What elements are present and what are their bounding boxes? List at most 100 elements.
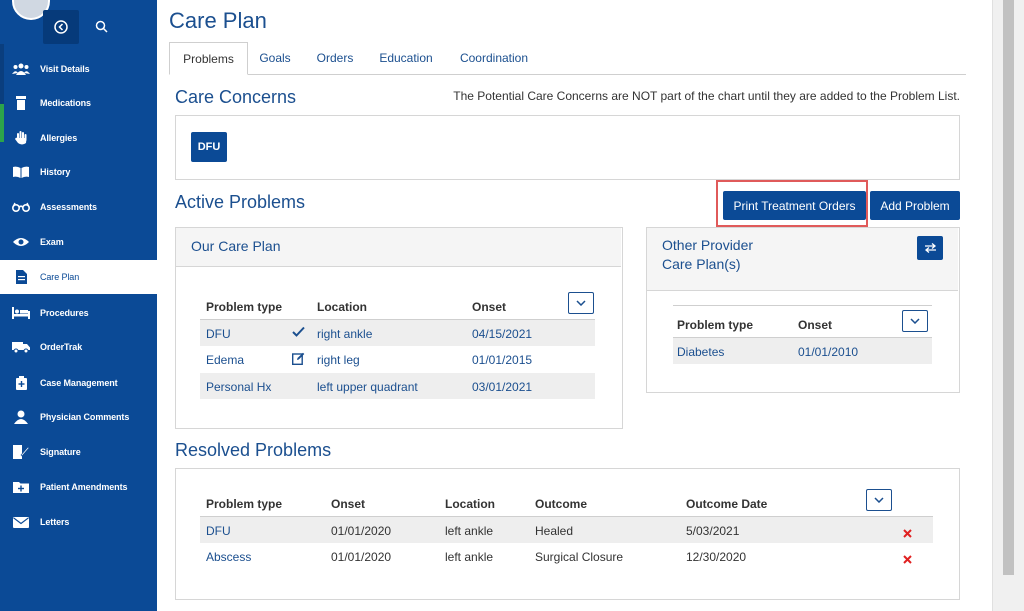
location-cell: right ankle [317,327,373,341]
page-title: Care Plan [169,8,267,33]
problem-link[interactable]: Personal Hx [206,380,271,394]
care-concerns-title: Care Concerns [175,87,297,107]
sidebar-item-history[interactable]: History [0,155,157,189]
column-header: Problem type [206,300,283,314]
problem-link[interactable]: DFU [206,327,231,341]
outcome-date-cell: 12/30/2020 [686,550,747,564]
sidebar-item-medications[interactable]: Medications [0,86,157,120]
sidebar-item-label: History [40,167,71,177]
sidebar-item-care-plan[interactable]: Care Plan [0,260,157,294]
column-header: Outcome [535,497,588,511]
sidebar-item-physician-comments[interactable]: Physician Comments [0,400,157,434]
book-icon [11,166,31,178]
sidebar-item-label: Signature [40,447,81,457]
onset-cell: 01/01/2020 [331,524,392,538]
sidebar-item-label: Care Plan [40,272,80,282]
columns-dropdown-button[interactable] [568,292,594,314]
document-icon [11,270,31,284]
care-concerns-box [175,115,960,180]
folder-plus-icon [11,481,31,493]
sidebar-item-letters[interactable]: Letters [0,505,157,539]
sidebar-search-button[interactable] [90,14,112,38]
sidebar-item-ordertrak[interactable]: OrderTrak [0,330,157,364]
tab-goals[interactable]: Goals [249,42,301,74]
signature-icon [11,445,31,459]
collapse-sidebar-button[interactable] [43,10,79,44]
active-problems-title: Active Problems [175,192,306,212]
sidebar-item-label: Exam [40,237,64,247]
problem-link[interactable]: Abscess [206,550,251,564]
table-row[interactable]: Edema right leg 01/01/2015 [200,346,595,372]
back-arrow-icon [54,20,68,34]
sidebar-item-label: Visit Details [40,64,90,74]
other-provider-title-line2: Care Plan(s) [662,256,741,272]
sidebar-item-label: OrderTrak [40,342,83,352]
problem-link[interactable]: DFU [206,524,231,538]
swap-icon [924,243,936,253]
left-accent [0,104,4,142]
chevron-down-icon [576,300,586,306]
chevron-down-icon [910,318,920,324]
glasses-icon [11,202,31,212]
resolved-problems-title: Resolved Problems [175,440,332,460]
sidebar-item-procedures[interactable]: Procedures [0,296,157,330]
sidebar-item-case-management[interactable]: Case Management [0,366,157,400]
onset-cell: 01/01/2020 [331,550,392,564]
onset-cell: 01/01/2010 [798,345,859,359]
users-icon [11,63,31,75]
column-header: Problem type [677,318,754,332]
sidebar-item-signature[interactable]: Signature [0,435,157,469]
column-header: Onset [472,300,507,314]
sidebar-item-patient-amendments[interactable]: Patient Amendments [0,470,157,504]
location-cell: left ankle [445,550,494,564]
sidebar-item-assessments[interactable]: Assessments [0,190,157,224]
sidebar: Visit Details Medications Allergies Hist… [0,0,157,611]
care-concern-chip[interactable]: DFU [191,132,227,162]
care-concerns-note: The Potential Care Concerns are NOT part… [453,89,960,103]
sidebar-item-visit-details[interactable]: Visit Details [0,52,157,86]
search-icon [95,20,108,33]
add-problem-button[interactable]: Add Problem [870,191,960,220]
table-row[interactable]: DFU 01/01/2020 left ankle Healed 5/03/20… [200,517,933,543]
tab-coordination[interactable]: Coordination [452,42,536,74]
column-header: Onset [798,318,833,332]
table-row[interactable]: DFU right ankle 04/15/2021 [200,320,595,346]
delete-icon[interactable] [903,525,912,543]
column-header: Outcome Date [686,497,768,511]
sidebar-item-label: Assessments [40,202,97,212]
problem-link[interactable]: Diabetes [677,345,724,359]
table-row[interactable]: Diabetes 01/01/2010 [673,338,932,364]
onset-cell: 03/01/2021 [472,380,533,394]
problem-link[interactable]: Edema [206,353,244,367]
sidebar-item-label: Medications [40,98,91,108]
scrollbar[interactable] [992,0,1024,611]
columns-dropdown-button[interactable] [866,489,892,511]
truck-icon [11,341,31,353]
divider [673,305,932,306]
sidebar-item-allergies[interactable]: Allergies [0,121,157,155]
columns-dropdown-button[interactable] [902,310,928,332]
outcome-cell: Surgical Closure [535,550,624,564]
sidebar-item-label: Physician Comments [40,412,130,422]
medication-icon [11,96,31,110]
briefcase-icon [11,376,31,390]
edit-icon[interactable] [291,352,305,368]
delete-icon[interactable] [903,551,912,569]
table-row[interactable]: Abscess 01/01/2020 left ankle Surgical C… [200,543,933,569]
scrollbar-thumb[interactable] [1003,0,1014,575]
sidebar-item-label: Case Management [40,378,118,388]
hand-icon [11,131,31,145]
envelope-icon [11,516,31,528]
outcome-cell: Healed [535,524,574,538]
swap-button[interactable] [917,236,943,260]
tab-problems[interactable]: Problems [169,42,248,75]
table-row[interactable]: Personal Hx left upper quadrant 03/01/20… [200,373,595,399]
tab-bar: Problems Goals Orders Education Coordina… [169,42,966,75]
eye-icon [11,237,31,247]
sidebar-item-label: Letters [40,517,70,527]
onset-cell: 04/15/2021 [472,327,533,341]
other-provider-title: Other Provider [662,237,754,253]
sidebar-item-exam[interactable]: Exam [0,225,157,259]
tab-education[interactable]: Education [369,42,443,74]
tab-orders[interactable]: Orders [307,42,363,74]
